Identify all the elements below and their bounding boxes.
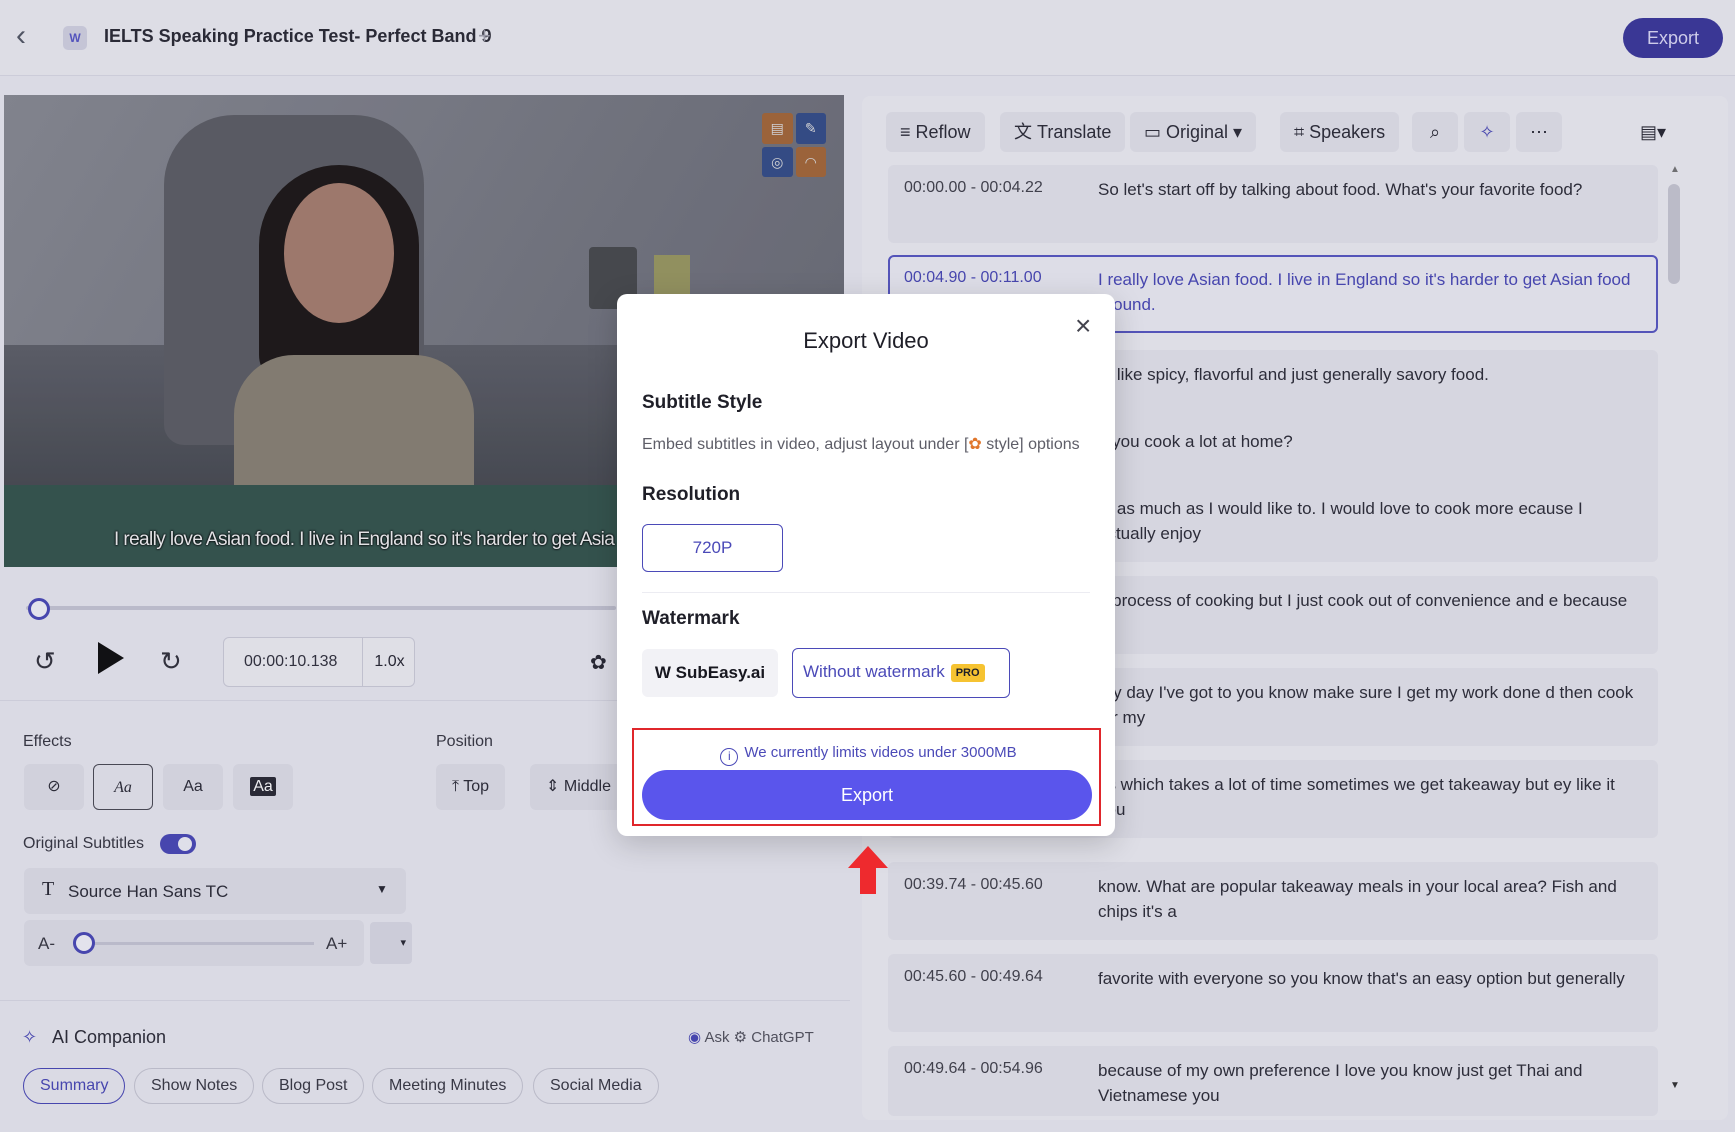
watermark-brand-label: SubEasy.ai xyxy=(675,663,766,682)
limit-text: We currently limits videos under 3000MB xyxy=(744,744,1017,761)
without-watermark-option[interactable]: Without watermark PRO xyxy=(792,648,1010,698)
watermark-heading: Watermark xyxy=(642,608,740,629)
resolution-720p-button[interactable]: 720P xyxy=(642,524,783,572)
desc-end: style] options xyxy=(981,436,1080,453)
subtitle-style-desc: Embed subtitles in video, adjust layout … xyxy=(642,434,1080,454)
resolution-heading: Resolution xyxy=(642,484,741,505)
close-icon[interactable]: × xyxy=(1075,312,1091,340)
pro-badge: PRO xyxy=(950,663,985,682)
export-button[interactable]: Export xyxy=(642,770,1092,820)
divider xyxy=(642,592,1090,593)
highlight-box: i We currently limits videos under 3000MB… xyxy=(632,728,1101,826)
export-video-modal: Export Video × Subtitle Style Embed subt… xyxy=(617,294,1115,836)
modal-title: Export Video xyxy=(803,328,929,353)
subeasy-logo-icon: W xyxy=(654,663,676,682)
size-limit-note: i We currently limits videos under 3000MB xyxy=(634,744,1103,766)
palette-icon: ✿ xyxy=(968,436,982,453)
without-watermark-label: Without watermark xyxy=(803,662,945,681)
watermark-subeasy-option[interactable]: W SubEasy.ai xyxy=(642,649,778,697)
desc-start: Embed subtitles in video, adjust layout … xyxy=(642,436,969,453)
red-arrow-up-icon xyxy=(848,846,888,894)
subtitle-style-heading: Subtitle Style xyxy=(642,392,763,413)
info-icon: i xyxy=(720,748,739,766)
